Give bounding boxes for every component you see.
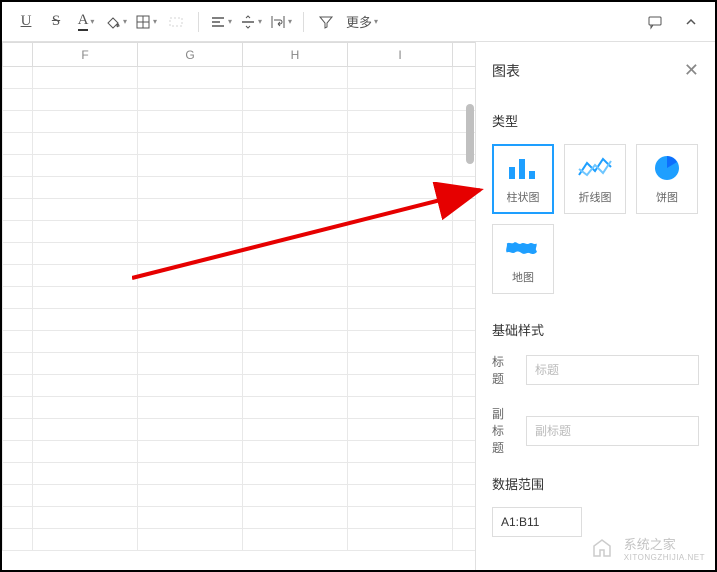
filter-icon <box>318 14 334 30</box>
valign-icon <box>240 14 256 30</box>
wrap-icon <box>270 14 286 30</box>
wrap-button[interactable]: ▾ <box>267 8 295 36</box>
chart-type-map[interactable]: 地图 <box>492 224 554 294</box>
type-label: 地图 <box>512 269 534 285</box>
more-button[interactable]: 更多 ▾ <box>346 12 378 31</box>
map-chart-icon <box>505 233 541 263</box>
chart-type-line[interactable]: 折线图 <box>564 144 626 214</box>
filter-button[interactable] <box>312 8 340 36</box>
chart-panel: 图表 ✕ 类型 柱状图 折线图 饼图 <box>475 42 715 570</box>
type-section-label: 类型 <box>492 111 699 130</box>
font-color-button[interactable]: A▾ <box>72 8 100 36</box>
column-header-i[interactable]: I <box>348 43 453 67</box>
column-header[interactable] <box>3 43 33 67</box>
align-horizontal-button[interactable]: ▾ <box>207 8 235 36</box>
merge-icon <box>168 14 184 30</box>
expand-button[interactable] <box>677 8 705 36</box>
bar-chart-icon <box>505 153 541 183</box>
fill-color-button[interactable]: ▾ <box>102 8 130 36</box>
spreadsheet-grid[interactable]: F G H I J <box>2 42 475 570</box>
line-chart-icon <box>577 153 613 183</box>
chevron-up-icon <box>683 14 699 30</box>
more-label: 更多 <box>346 12 372 31</box>
type-label: 折线图 <box>579 189 612 205</box>
title-label: 标题 <box>492 353 514 387</box>
separator <box>303 12 304 32</box>
panel-title: 图表 <box>492 61 520 81</box>
underline-button[interactable]: U <box>12 8 40 36</box>
column-header-g[interactable]: G <box>138 43 243 67</box>
strikethrough-button[interactable]: S <box>42 8 70 36</box>
chart-type-pie[interactable]: 饼图 <box>636 144 698 214</box>
title-input[interactable] <box>526 355 699 385</box>
column-header-j[interactable]: J <box>453 43 476 67</box>
separator <box>198 12 199 32</box>
align-vertical-button[interactable]: ▾ <box>237 8 265 36</box>
paint-bucket-icon <box>105 14 121 30</box>
border-button[interactable]: ▾ <box>132 8 160 36</box>
range-input[interactable] <box>492 507 582 537</box>
column-header-h[interactable]: H <box>243 43 348 67</box>
scrollbar-thumb[interactable] <box>466 104 474 164</box>
toolbar: U S A▾ ▾ ▾ ▾ ▾ ▾ 更多 ▾ <box>2 2 715 42</box>
comment-button[interactable] <box>641 8 669 36</box>
subtitle-label: 副标题 <box>492 405 514 456</box>
column-header-f[interactable]: F <box>33 43 138 67</box>
style-section-label: 基础样式 <box>492 320 699 339</box>
align-icon <box>210 14 226 30</box>
border-icon <box>135 14 151 30</box>
close-button[interactable]: ✕ <box>684 60 699 81</box>
range-label: 数据范围 <box>492 474 699 493</box>
type-label: 柱状图 <box>507 189 540 205</box>
merge-button[interactable] <box>162 8 190 36</box>
comment-icon <box>647 14 663 30</box>
type-label: 饼图 <box>656 189 678 205</box>
chart-type-bar[interactable]: 柱状图 <box>492 144 554 214</box>
subtitle-input[interactable] <box>526 416 699 446</box>
pie-chart-icon <box>649 153 685 183</box>
